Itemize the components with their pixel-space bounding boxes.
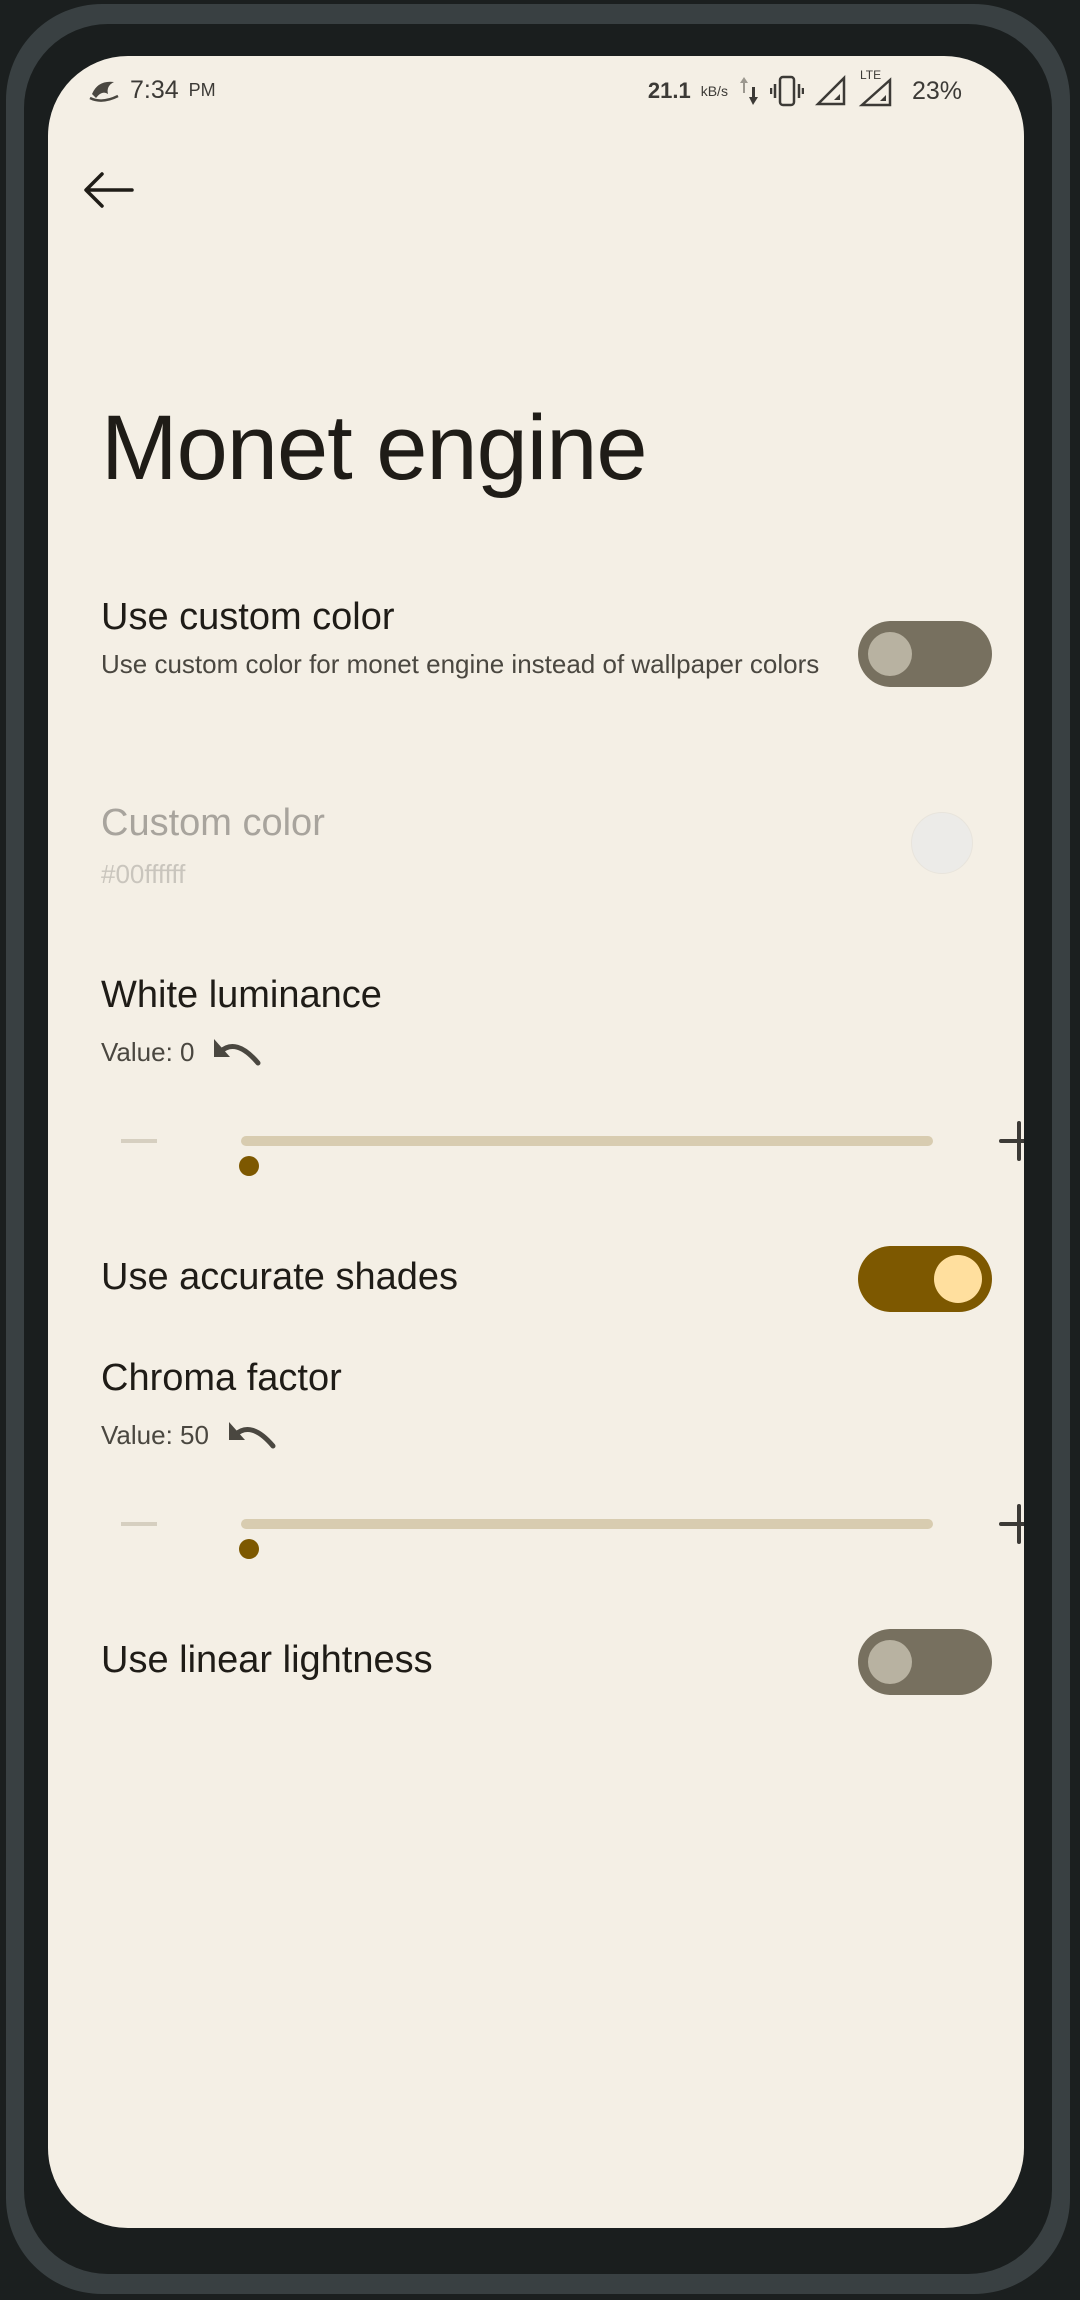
back-button[interactable] [72,154,144,226]
linear-lightness-switch[interactable] [858,1629,992,1695]
accurate-shades-switch[interactable] [858,1246,992,1312]
status-time: 7:34 [130,75,179,104]
slider-thumb[interactable] [239,1156,259,1176]
chroma-factor-value: Value: 50 [101,1419,209,1450]
use-custom-color-switch[interactable] [858,621,992,687]
decrease-icon[interactable] [121,1139,157,1143]
status-bar: 7:34 PM 21.1 kB/s LTE 23% [48,56,1024,126]
lte-label: LTE [859,68,882,82]
chroma-factor-row: Chroma factor Value: 50 [101,1357,1024,1452]
white-luminance-row: White luminance Value: 0 [101,974,1024,1069]
slider-thumb[interactable] [239,1539,259,1559]
signal-icon [814,74,846,106]
white-luminance-value: Value: 0 [101,1036,195,1067]
screen: 7:34 PM 21.1 kB/s LTE 23% Monet engine U… [48,56,1024,2228]
chroma-factor-reset-button[interactable] [225,1418,277,1452]
custom-color-swatch [911,812,973,874]
reset-icon [228,1422,276,1449]
chroma-factor-slider[interactable] [239,1519,933,1559]
white-luminance-reset-button[interactable] [210,1035,262,1069]
use-custom-color-subtitle: Use custom color for monet engine instea… [101,649,820,679]
chroma-factor-title: Chroma factor [101,1357,342,1399]
switch-knob [934,1255,982,1303]
status-ampm: PM [188,79,216,100]
vibrate-icon [769,75,804,107]
increase-icon[interactable] [989,1494,1024,1554]
white-luminance-slider[interactable] [239,1136,933,1176]
back-arrow-icon [84,172,134,208]
white-luminance-title: White luminance [101,974,382,1016]
increase-icon[interactable] [989,1111,1024,1171]
switch-knob [868,1640,912,1684]
custom-color-value: #00ffffff [101,859,186,889]
custom-color-title: Custom color [101,802,325,844]
battery-level: 23% [911,76,962,105]
reset-icon [214,1039,261,1066]
page-title: Monet engine [101,397,648,499]
custom-color-row: Custom color #00ffffff [101,802,1024,912]
switch-knob [868,632,912,676]
net-speed-unit: kB/s [700,83,728,99]
data-transfer-icon [739,77,758,105]
decrease-icon[interactable] [121,1522,157,1526]
app-logo-icon [89,81,119,102]
chroma-factor-slider-row [101,1494,1024,1559]
net-speed: 21.1 [647,78,691,103]
white-luminance-slider-row [101,1111,1024,1176]
